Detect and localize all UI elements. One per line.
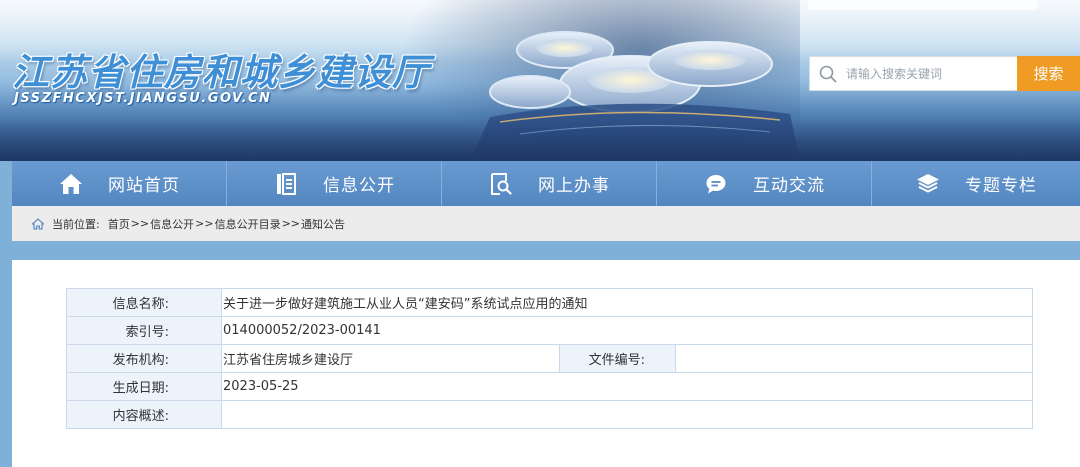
table-row: 内容概述: <box>66 400 1033 429</box>
breadcrumb-link-info-disclosure[interactable]: 信息公开 <box>150 216 194 232</box>
info-index-value: 014000052/2023-00141 <box>221 316 1033 345</box>
breadcrumb-link-info-catalog[interactable]: 信息公开目录 <box>215 216 281 232</box>
nav-item-info-disclosure[interactable]: 信息公开 <box>227 161 442 206</box>
info-date-label: 生成日期: <box>66 372 222 401</box>
table-row: 生成日期: 2023-05-25 <box>66 372 1033 401</box>
breadcrumb-prefix: 当前位置: <box>52 217 100 231</box>
top-bar-decoration <box>808 0 1038 10</box>
layers-icon <box>915 172 941 196</box>
nav-item-interaction[interactable]: 互动交流 <box>657 161 872 206</box>
main-nav: 网站首页 信息公开 网上办事 互动交流 专题专栏 <box>12 161 1080 206</box>
table-row: 信息名称: 关于进一步做好建筑施工从业人员“建安码”系统试点应用的通知 <box>66 288 1033 317</box>
site-title: 江苏省住房和城乡建设厅 <box>12 51 430 94</box>
info-publisher-value: 江苏省住房城乡建设厅 <box>221 344 560 373</box>
info-summary-value <box>221 400 1033 429</box>
info-metadata-table: 信息名称: 关于进一步做好建筑施工从业人员“建安码”系统试点应用的通知 索引号:… <box>66 288 1033 429</box>
table-row: 发布机构: 江苏省住房城乡建设厅 文件编号: <box>66 344 1033 373</box>
table-row: 索引号: 014000052/2023-00141 <box>66 316 1033 345</box>
nav-item-label: 网上办事 <box>538 176 610 196</box>
info-docno-label: 文件编号: <box>559 344 676 373</box>
breadcrumb: 当前位置: 首页 >> 信息公开 >> 信息公开目录 >> 通知公告 <box>12 206 1080 241</box>
info-publisher-label: 发布机构: <box>66 344 222 373</box>
breadcrumb-separator: >> <box>130 217 150 230</box>
nav-item-label: 互动交流 <box>753 176 825 196</box>
nav-item-special-topics[interactable]: 专题专栏 <box>872 161 1080 206</box>
search-button[interactable]: 搜索 <box>1017 56 1080 91</box>
info-summary-label: 内容概述: <box>66 400 222 429</box>
breadcrumb-link-notices[interactable]: 通知公告 <box>301 216 345 232</box>
info-index-label: 索引号: <box>66 316 222 345</box>
search-icon <box>810 56 846 91</box>
info-date-value: 2023-05-25 <box>221 372 1033 401</box>
nav-item-home[interactable]: 网站首页 <box>12 161 227 206</box>
nav-item-label: 信息公开 <box>323 176 395 196</box>
info-name-label: 信息名称: <box>66 288 222 317</box>
breadcrumb-link-home[interactable]: 首页 <box>108 216 130 232</box>
site-domain: JSSZFHCXJST.JIANGSU.GOV.CN <box>14 91 272 106</box>
breadcrumb-separator: >> <box>281 217 301 230</box>
nav-item-online-service[interactable]: 网上办事 <box>442 161 657 206</box>
nav-item-label: 网站首页 <box>108 176 180 196</box>
banner-ground <box>0 118 1080 161</box>
search-box <box>809 56 1017 91</box>
search-input[interactable] <box>846 57 1014 90</box>
info-docno-value <box>675 344 1033 373</box>
search-document-icon <box>488 172 514 196</box>
document-icon <box>273 172 299 196</box>
content-panel: 信息名称: 关于进一步做好建筑施工从业人员“建安码”系统试点应用的通知 索引号:… <box>12 260 1080 467</box>
info-name-value: 关于进一步做好建筑施工从业人员“建安码”系统试点应用的通知 <box>221 288 1033 317</box>
header-banner: 江苏省住房和城乡建设厅 JSSZFHCXJST.JIANGSU.GOV.CN 搜… <box>0 0 1080 161</box>
nav-item-label: 专题专栏 <box>965 176 1037 196</box>
breadcrumb-separator: >> <box>195 217 214 230</box>
home-icon <box>58 172 84 196</box>
chat-bubble-icon <box>703 172 729 196</box>
breadcrumb-home-icon <box>32 217 46 231</box>
